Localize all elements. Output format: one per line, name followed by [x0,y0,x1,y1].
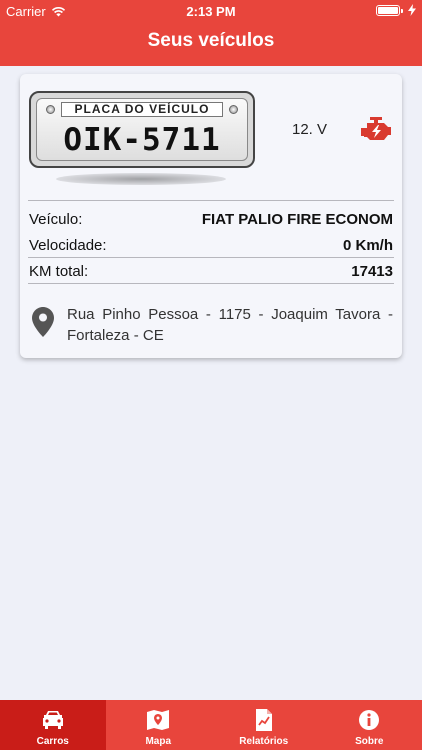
tab-label: Mapa [145,736,172,747]
tab-bar: Carros Mapa Relatórios Sobre [0,700,422,750]
plate-number: OIK-5711 [63,122,221,158]
report-icon [255,709,272,731]
tab-carros[interactable]: Carros [0,700,106,750]
page-title: Seus veículos [147,30,275,51]
tab-label: Carros [36,736,69,747]
km-row: KM total: 17413 [29,263,393,280]
charging-icon [408,4,416,16]
vehicle-value: FIAT PALIO FIRE ECONOM [201,211,393,228]
divider [28,257,394,258]
battery-icon [376,4,403,16]
vehicle-card[interactable]: PLACA DO VEÍCULO OIK-5711 12. V Veículo:… [20,74,402,358]
speed-row: Velocidade: 0 Km/h [29,237,393,254]
tab-relatorios[interactable]: Relatórios [211,700,317,750]
car-icon [42,711,63,729]
divider [28,200,394,201]
app-header: Carrier 2:13 PM Seus veículos [0,0,422,66]
status-time: 2:13 PM [186,4,236,19]
tab-label: Relatórios [239,736,289,747]
vehicle-row: Veículo: FIAT PALIO FIRE ECONOM [29,211,393,228]
vehicle-label: Veículo: [29,211,83,228]
plate-header: PLACA DO VEÍCULO [61,102,223,117]
speed-value: 0 Km/h [342,237,393,254]
battery-voltage: 12. V [292,121,328,138]
address-text: Rua Pinho Pessoa - 1175 - Joaquim Tavora… [67,306,393,344]
map-icon [147,710,170,730]
license-plate: PLACA DO VEÍCULO OIK-5711 [29,91,255,168]
engine-icon[interactable] [361,116,393,142]
bolt-right-icon [229,105,238,114]
location-pin-icon [32,307,54,337]
tab-sobre[interactable]: Sobre [317,700,422,750]
info-icon [359,710,380,730]
divider [28,283,394,284]
km-label: KM total: [29,263,89,280]
speed-label: Velocidade: [29,237,107,254]
bolt-left-icon [46,105,55,114]
status-bar: Carrier 2:13 PM [0,0,422,22]
plate-shadow [56,173,226,185]
tab-label: Sobre [355,736,384,747]
battery-status [376,4,416,16]
km-value: 17413 [351,263,393,280]
tab-mapa[interactable]: Mapa [106,700,212,750]
